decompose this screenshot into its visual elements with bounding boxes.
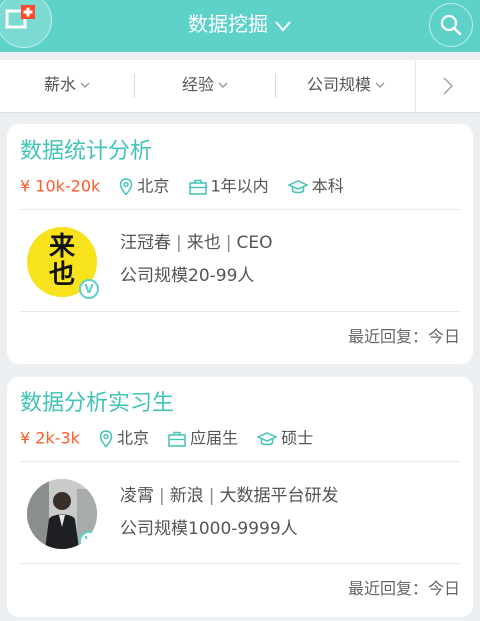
company-logo-avatar: 来也 V [27, 227, 99, 299]
contact-name: 凌霄 [120, 486, 154, 506]
filter-label: 薪水 [43, 75, 76, 94]
last-reply: 最近回复：今日 [347, 327, 460, 346]
verified-badge: V [79, 279, 99, 299]
city: 北京 [137, 176, 170, 196]
divider [20, 209, 460, 210]
filter-label: 公司规模 [306, 75, 371, 94]
briefcase-icon [188, 179, 207, 195]
caret-down-icon [80, 82, 90, 88]
filter-experience[interactable]: 经验 [135, 60, 275, 112]
filter-company-size[interactable]: 公司规模 [276, 60, 416, 112]
contact-info: 汪冠春 | 来也 | CEO [120, 233, 273, 253]
divider [20, 563, 460, 564]
more-filters-button[interactable] [415, 60, 480, 112]
filter-label: 经验 [181, 75, 214, 94]
city: 北京 [117, 428, 150, 448]
page-title: 数据挖掘 [188, 12, 268, 36]
caret-down-icon [375, 82, 385, 88]
contact-position: CEO [236, 233, 273, 253]
divider [20, 311, 460, 312]
verified-badge: V [79, 531, 97, 549]
contact-company: 新浪 [169, 486, 204, 506]
search-button[interactable] [429, 3, 473, 47]
top-header: 数据挖掘 [0, 0, 480, 52]
job-card[interactable]: 数据统计分析 ¥ 10k-20k 北京 1年以内 本科 来也 V 汪冠春 | 来也 |… [7, 124, 473, 364]
contact-photo-avatar: V [27, 479, 97, 549]
filter-salary[interactable]: 薪水 [0, 60, 134, 112]
job-card[interactable]: 数据分析实习生 ¥ 2k-3k 北京 应届生 硕士 V 凌霄 | 新浪 | 大数据平台研… [7, 377, 473, 617]
location-icon [99, 429, 113, 448]
caret-down-icon [218, 82, 228, 88]
last-reply: 最近回复：今日 [347, 579, 460, 598]
search-icon [440, 14, 462, 36]
job-meta: ¥ 2k-3k 北京 应届生 硕士 [20, 427, 327, 449]
salary: 10k-20k [35, 176, 101, 196]
contact-info: 凌霄 | 新浪 | 大数据平台研发 [120, 486, 339, 506]
experience: 1年以内 [210, 176, 269, 196]
contact-company: 来也 [186, 233, 221, 253]
job-title: 数据分析实习生 [20, 391, 175, 416]
company-size: 公司规模1000-9999人 [120, 519, 298, 539]
education-cap-icon [257, 431, 278, 445]
yen-icon: ¥ [20, 176, 36, 196]
education: 硕士 [281, 428, 314, 448]
salary: 2k-3k [35, 428, 80, 448]
contact-name: 汪冠春 [120, 233, 171, 253]
experience: 应届生 [190, 428, 239, 448]
filter-bar: 薪水 经验 公司规模 [0, 60, 480, 113]
briefcase-icon [168, 431, 186, 447]
chevron-right-icon [443, 77, 454, 95]
company-size: 公司规模20-99人 [120, 266, 255, 286]
yen-icon: ¥ [20, 428, 36, 448]
divider [20, 461, 460, 462]
page-title-dropdown[interactable]: 数据挖掘 [0, 10, 480, 38]
contact-position: 大数据平台研发 [219, 486, 339, 506]
education-cap-icon [287, 179, 308, 193]
job-title: 数据统计分析 [20, 139, 153, 164]
education: 本科 [311, 176, 344, 196]
location-icon [120, 177, 133, 196]
job-meta: ¥ 10k-20k 北京 1年以内 本科 [20, 175, 358, 197]
chevron-down-icon [275, 20, 291, 32]
